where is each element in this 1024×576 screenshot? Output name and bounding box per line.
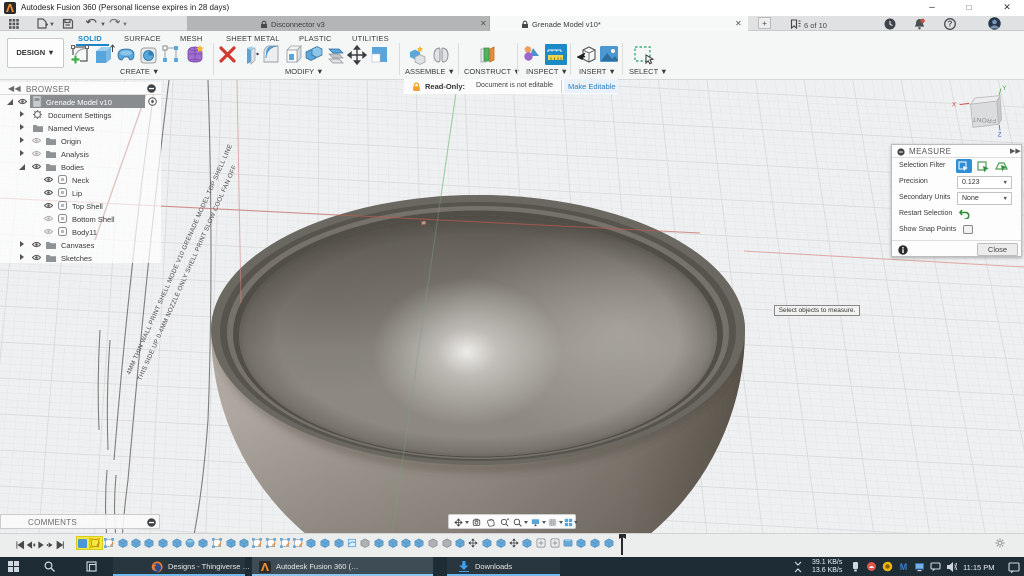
svg-text:M: M: [900, 562, 908, 572]
svg-text:Y: Y: [1002, 85, 1006, 92]
svg-text:?: ?: [948, 20, 953, 29]
svg-text:Z: Z: [998, 132, 1002, 139]
svg-text:X: X: [952, 101, 956, 108]
